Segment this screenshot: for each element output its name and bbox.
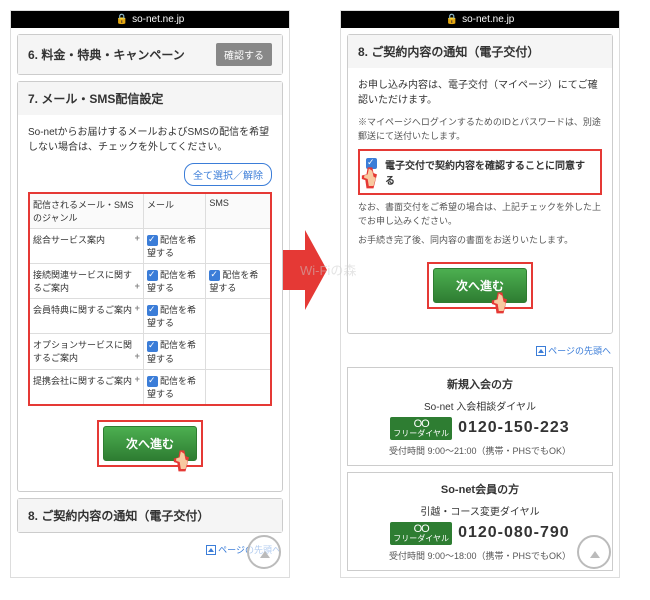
checkbox[interactable] — [147, 270, 158, 281]
freedial-icon: OOフリーダイヤル — [390, 417, 452, 440]
table-row: オプションサービスに関するご案内+配信を希望する — [29, 334, 271, 369]
th-sms: SMS — [206, 193, 271, 229]
expand-icon[interactable]: + — [135, 281, 140, 291]
pointer-hand-icon — [356, 165, 384, 193]
pagetop-icon — [206, 545, 216, 555]
row-name: 会員特典に関するご案内+ — [29, 299, 143, 334]
cell-sms[interactable] — [206, 369, 271, 405]
tel-member[interactable]: 0120-080-790 — [458, 524, 570, 542]
section-8-left: 8. ご契約内容の通知（電子交付） — [17, 498, 283, 533]
section-7: 7. メール・SMS配信設定 So-netからお届けするメールおよびSMSの配信… — [17, 81, 283, 492]
section-8-right-title: 8. ご契約内容の通知（電子交付） — [358, 43, 539, 60]
pagetop-link-r[interactable]: ページの先頭へ — [548, 346, 611, 356]
hours-member: 受付時間 9:00〜18:00（携帯・PHSでもOK） — [352, 549, 608, 562]
url-bar: 🔒 so-net.ne.jp — [11, 11, 289, 28]
scroll-top-icon[interactable] — [247, 535, 281, 569]
delivery-table: 配信されるメール・SMSのジャンル メール SMS 総合サービス案内+配信を希望… — [28, 192, 272, 406]
cell-sms[interactable]: 配信を希望する — [206, 264, 271, 299]
table-row: 提携会社に関するご案内+配信を希望する — [29, 369, 271, 405]
confirm-button[interactable]: 確認する — [216, 43, 272, 66]
row-name: 総合サービス案内+ — [29, 229, 143, 264]
section-6: 6. 料金・特典・キャンペーン 確認する — [17, 34, 283, 75]
th-genre: 配信されるメール・SMSのジャンル — [29, 193, 143, 229]
toggle-all-button[interactable]: 全て選択／解除 — [184, 163, 272, 186]
checkbox[interactable] — [147, 305, 158, 316]
s8-p3: なお、書面交付をご希望の場合は、上記チェックを外した上でお申し込みください。 — [358, 201, 602, 228]
contact-member: So-net会員の方 引越・コース変更ダイヤル OOフリーダイヤル 0120-0… — [347, 472, 613, 571]
expand-icon[interactable]: + — [135, 303, 140, 313]
screen-right: 🔒 so-net.ne.jp 8. ご契約内容の通知（電子交付） お申し込み内容は… — [340, 10, 620, 578]
consent-checkbox[interactable] — [366, 158, 377, 169]
th-mail: メール — [143, 193, 205, 229]
screen-left: 🔒 so-net.ne.jp 6. 料金・特典・キャンペーン 確認する 7. メー… — [10, 10, 290, 578]
next-button-right[interactable]: 次へ進む — [433, 268, 527, 303]
consent-row[interactable]: 電子交付で契約内容を確認することに同意する — [358, 149, 602, 195]
contact-member-h: So-net会員の方 — [352, 481, 608, 497]
checkbox[interactable] — [209, 270, 220, 281]
contact-new-sub: So-net 入会相談ダイヤル — [352, 398, 608, 413]
expand-icon[interactable]: + — [135, 233, 140, 243]
url-text: so-net.ne.jp — [132, 14, 184, 25]
expand-icon[interactable]: + — [135, 374, 140, 384]
checkbox[interactable] — [147, 235, 158, 246]
freedial-icon: OOフリーダイヤル — [390, 522, 452, 545]
tel-new[interactable]: 0120-150-223 — [458, 419, 570, 437]
section-8-right: 8. ご契約内容の通知（電子交付） お申し込み内容は、電子交付（マイページ）にて… — [347, 34, 613, 334]
contact-new: 新規入会の方 So-net 入会相談ダイヤル OOフリーダイヤル 0120-15… — [347, 367, 613, 466]
checkbox[interactable] — [147, 341, 158, 352]
cell-mail[interactable]: 配信を希望する — [143, 299, 205, 334]
contact-new-h: 新規入会の方 — [352, 376, 608, 392]
table-row: 接続関連サービスに関するご案内+配信を希望する配信を希望する — [29, 264, 271, 299]
url-text: so-net.ne.jp — [462, 14, 514, 25]
row-name: 接続関連サービスに関するご案内+ — [29, 264, 143, 299]
table-row: 総合サービス案内+配信を希望する — [29, 229, 271, 264]
section-8-left-title: 8. ご契約内容の通知（電子交付） — [28, 507, 209, 524]
section-7-desc: So-netからお届けするメールおよびSMSの配信を希望しない場合は、チェックを… — [28, 125, 272, 155]
expand-icon[interactable]: + — [135, 351, 140, 361]
cell-mail[interactable]: 配信を希望する — [143, 229, 205, 264]
url-bar-r: 🔒 so-net.ne.jp — [341, 11, 619, 28]
lock-icon: 🔒 — [446, 14, 458, 25]
s8-p4: お手続き完了後、同内容の書面をお送りいたします。 — [358, 234, 602, 248]
arrow-right-icon — [283, 230, 327, 310]
table-row: 会員特典に関するご案内+配信を希望する — [29, 299, 271, 334]
next-button-left[interactable]: 次へ進む — [103, 426, 197, 461]
contact-member-sub: 引越・コース変更ダイヤル — [352, 503, 608, 518]
pagetop-icon — [536, 346, 546, 356]
section-6-title: 6. 料金・特典・キャンペーン — [28, 46, 185, 63]
section-7-title: 7. メール・SMS配信設定 — [28, 90, 163, 107]
row-name: オプションサービスに関するご案内+ — [29, 334, 143, 369]
consent-label: 電子交付で契約内容を確認することに同意する — [385, 157, 594, 187]
cell-sms[interactable] — [206, 299, 271, 334]
cell-mail[interactable]: 配信を希望する — [143, 369, 205, 405]
scroll-top-icon[interactable] — [577, 535, 611, 569]
lock-icon: 🔒 — [116, 14, 128, 25]
checkbox[interactable] — [147, 376, 158, 387]
cell-mail[interactable]: 配信を希望する — [143, 334, 205, 369]
hours-new: 受付時間 9:00〜21:00（携帯・PHSでもOK） — [352, 444, 608, 457]
cell-sms[interactable] — [206, 334, 271, 369]
s8-p1: お申し込み内容は、電子交付（マイページ）にてご確認いただけます。 — [358, 78, 602, 108]
cell-sms[interactable] — [206, 229, 271, 264]
cell-mail[interactable]: 配信を希望する — [143, 264, 205, 299]
row-name: 提携会社に関するご案内+ — [29, 369, 143, 405]
s8-p2: ※マイページへログインするためのIDとパスワードは、別途郵送にて送付いたします。 — [358, 116, 602, 143]
